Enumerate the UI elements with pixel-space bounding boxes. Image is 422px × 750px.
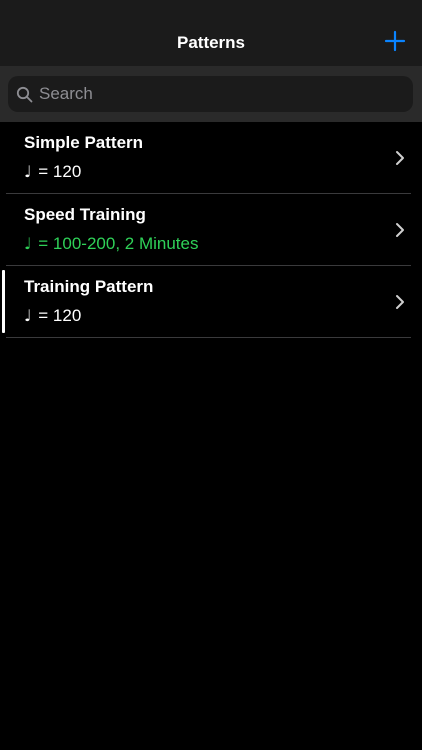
search-field[interactable]: [8, 76, 413, 112]
search-input[interactable]: [39, 84, 379, 104]
add-pattern-button[interactable]: [384, 30, 406, 52]
pattern-tempo: ♩ = 120: [24, 162, 81, 182]
pattern-tempo: ♩ = 100-200, 2 Minutes: [24, 234, 198, 254]
pattern-tempo-value: = 120: [38, 306, 82, 325]
pattern-row-training-pattern[interactable]: Training Pattern ♩ = 120: [2, 266, 411, 338]
pattern-name: Training Pattern: [24, 277, 154, 296]
search-icon: [16, 86, 33, 102]
chevron-right-icon: [396, 151, 404, 165]
page-title: Patterns: [176, 33, 246, 52]
pattern-tempo-value: = 120: [38, 162, 82, 181]
chevron-right-icon: [396, 295, 404, 309]
pattern-name: Speed Training: [24, 205, 146, 224]
pattern-list: Simple Pattern ♩ = 120 Speed Training ♩ …: [0, 122, 422, 338]
pattern-tempo: ♩ = 120: [24, 306, 81, 326]
pattern-row-simple-pattern[interactable]: Simple Pattern ♩ = 120: [6, 122, 411, 194]
search-bar: [0, 66, 422, 122]
chevron-right-icon: [396, 223, 404, 237]
pattern-tempo-value: = 100-200, 2 Minutes: [38, 234, 199, 253]
quarter-note-icon: ♩: [24, 162, 32, 181]
quarter-note-icon: ♩: [24, 306, 32, 325]
navigation-bar: Patterns: [0, 0, 422, 67]
quarter-note-icon: ♩: [24, 234, 32, 253]
pattern-name: Simple Pattern: [24, 133, 144, 152]
pattern-row-speed-training[interactable]: Speed Training ♩ = 100-200, 2 Minutes: [6, 194, 411, 266]
